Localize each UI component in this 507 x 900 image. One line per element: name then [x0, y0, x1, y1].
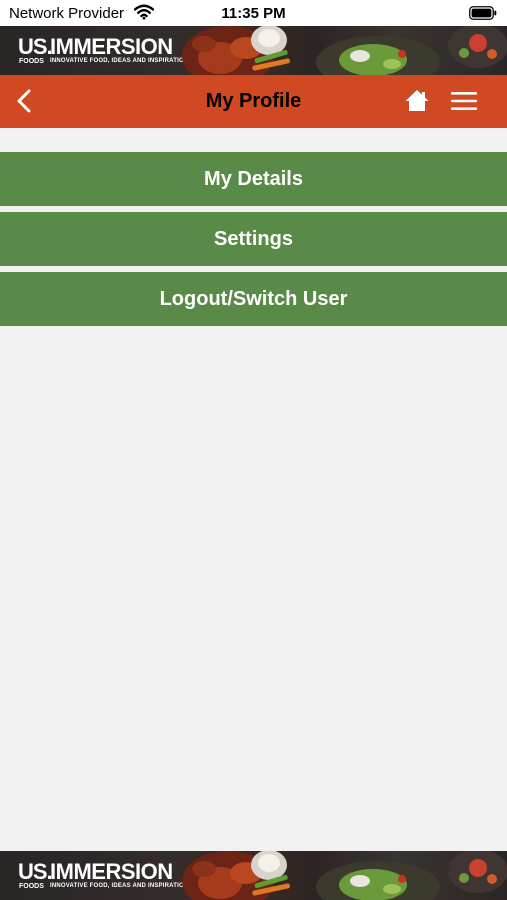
- nav-bar: My Profile: [0, 75, 507, 128]
- hamburger-menu-icon[interactable]: [450, 89, 478, 113]
- brand-tagline: INNOVATIVE FOOD, IDEAS AND INSPIRATION: [50, 883, 189, 889]
- brand-logo-foods: FOODS: [19, 883, 44, 890]
- battery-icon: [469, 6, 497, 24]
- my-details-button[interactable]: My Details: [0, 152, 507, 206]
- food-photo: [182, 26, 507, 75]
- brand-logo-us: US.: [18, 34, 53, 59]
- home-icon[interactable]: [404, 89, 430, 113]
- profile-menu: My Details Settings Logout/Switch User: [0, 152, 507, 332]
- food-photo: [182, 851, 507, 900]
- brand-logo-name: IMMERSION: [50, 34, 173, 59]
- settings-button[interactable]: Settings: [0, 212, 507, 266]
- brand-banner-top: US. FOODS IMMERSION INNOVATIVE FOOD, IDE…: [0, 26, 507, 75]
- brand-tagline: INNOVATIVE FOOD, IDEAS AND INSPIRATION: [50, 58, 189, 64]
- brand-logo-name: IMMERSION: [50, 859, 173, 884]
- brand-logo-us: US.: [18, 859, 53, 884]
- status-bar: Network Provider 11:35 PM: [0, 0, 507, 26]
- page-title: My Profile: [205, 90, 302, 112]
- status-time: 11:35 PM: [221, 5, 286, 22]
- brand-logo-foods: FOODS: [19, 58, 44, 65]
- brand-banner-bottom: US. FOODS IMMERSION INNOVATIVE FOOD, IDE…: [0, 851, 507, 900]
- logout-switch-user-button[interactable]: Logout/Switch User: [0, 272, 507, 326]
